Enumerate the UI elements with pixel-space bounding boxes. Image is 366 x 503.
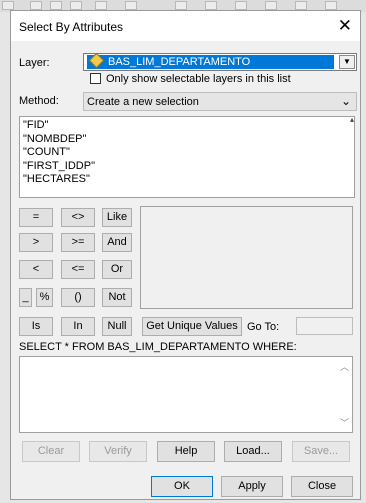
dialog-title: Select By Attributes bbox=[19, 20, 124, 34]
selectable-layers-checkbox[interactable] bbox=[90, 73, 101, 84]
title-bar: Select By Attributes ✕ bbox=[11, 11, 360, 41]
like-button[interactable]: Like bbox=[102, 208, 132, 227]
percent-button[interactable]: % bbox=[36, 288, 53, 307]
scroll-up-icon[interactable]: ︿ bbox=[340, 360, 349, 373]
chevron-down-icon: ⌄ bbox=[340, 94, 351, 108]
ok-button[interactable]: OK bbox=[151, 476, 213, 497]
goto-input[interactable] bbox=[296, 317, 353, 335]
toolbar-icon bbox=[125, 1, 137, 10]
close-icon[interactable]: ✕ bbox=[338, 16, 352, 36]
load-button[interactable]: Load... bbox=[224, 441, 282, 462]
in-button[interactable]: In bbox=[61, 317, 95, 336]
dropdown-arrow-icon[interactable]: ▼ bbox=[339, 55, 355, 69]
list-item[interactable]: "HECTARES" bbox=[23, 173, 354, 187]
selectable-layers-label: Only show selectable layers in this list bbox=[106, 73, 291, 85]
apply-button[interactable]: Apply bbox=[221, 476, 283, 497]
or-button[interactable]: Or bbox=[102, 260, 132, 279]
help-button[interactable]: Help bbox=[157, 441, 215, 462]
list-item[interactable]: "FIRST_IDDP" bbox=[23, 160, 354, 174]
method-dropdown[interactable]: Create a new selection ⌄ bbox=[83, 92, 357, 111]
parentheses-button[interactable]: () bbox=[61, 288, 95, 307]
scroll-up-icon[interactable]: ▴ bbox=[350, 115, 354, 124]
and-button[interactable]: And bbox=[102, 233, 132, 252]
fields-list[interactable]: "FID" "NOMBDEP" "COUNT" "FIRST_IDDP" "HE… bbox=[19, 116, 355, 198]
layer-value-text: BAS_LIM_DEPARTAMENTO bbox=[108, 56, 251, 68]
toolbar-icon bbox=[325, 1, 337, 10]
toolbar-icon bbox=[265, 1, 277, 10]
get-unique-values-button[interactable]: Get Unique Values bbox=[142, 317, 242, 336]
toolbar-icon bbox=[205, 1, 217, 10]
close-button[interactable]: Close bbox=[291, 476, 353, 497]
layer-icon bbox=[88, 52, 105, 69]
scroll-down-icon[interactable]: ﹀ bbox=[340, 416, 349, 429]
layer-selected-value: BAS_LIM_DEPARTAMENTO bbox=[87, 52, 334, 69]
not-equal-button[interactable]: <> bbox=[61, 208, 95, 227]
is-button[interactable]: Is bbox=[19, 317, 53, 336]
toolbar-icon bbox=[70, 1, 82, 10]
layer-dropdown[interactable]: BAS_LIM_DEPARTAMENTO ▼ bbox=[83, 52, 357, 71]
underscore-button[interactable]: _ bbox=[19, 288, 32, 307]
null-button[interactable]: Null bbox=[102, 317, 132, 336]
sql-prefix-label: SELECT * FROM BAS_LIM_DEPARTAMENTO WHERE… bbox=[19, 341, 297, 353]
equals-button[interactable]: = bbox=[19, 208, 53, 227]
list-item[interactable]: "FID" bbox=[23, 119, 354, 133]
less-than-button[interactable]: < bbox=[19, 260, 53, 279]
toolbar-icon bbox=[30, 1, 42, 10]
layer-label: Layer: bbox=[19, 57, 50, 69]
verify-button[interactable]: Verify bbox=[89, 441, 147, 462]
list-item[interactable]: "COUNT" bbox=[23, 146, 354, 160]
save-button[interactable]: Save... bbox=[292, 441, 350, 462]
goto-label: Go To: bbox=[247, 321, 280, 333]
list-item[interactable]: "NOMBDEP" bbox=[23, 133, 354, 147]
toolbar-icon bbox=[175, 1, 187, 10]
sql-expression-input[interactable]: ︿ ﹀ bbox=[19, 356, 353, 433]
less-equal-button[interactable]: <= bbox=[61, 260, 95, 279]
toolbar-icon bbox=[2, 1, 14, 10]
toolbar-icon bbox=[295, 1, 307, 10]
select-by-attributes-dialog: Select By Attributes ✕ Layer: BAS_LIM_DE… bbox=[10, 10, 361, 500]
greater-than-button[interactable]: > bbox=[19, 233, 53, 252]
clear-button[interactable]: Clear bbox=[22, 441, 80, 462]
toolbar-icon bbox=[50, 1, 62, 10]
toolbar-icon bbox=[95, 1, 107, 10]
unique-values-list[interactable] bbox=[140, 206, 353, 309]
method-value: Create a new selection bbox=[87, 96, 199, 108]
greater-equal-button[interactable]: >= bbox=[61, 233, 95, 252]
toolbar-icon bbox=[235, 1, 247, 10]
method-label: Method: bbox=[19, 95, 59, 107]
not-button[interactable]: Not bbox=[102, 288, 132, 307]
